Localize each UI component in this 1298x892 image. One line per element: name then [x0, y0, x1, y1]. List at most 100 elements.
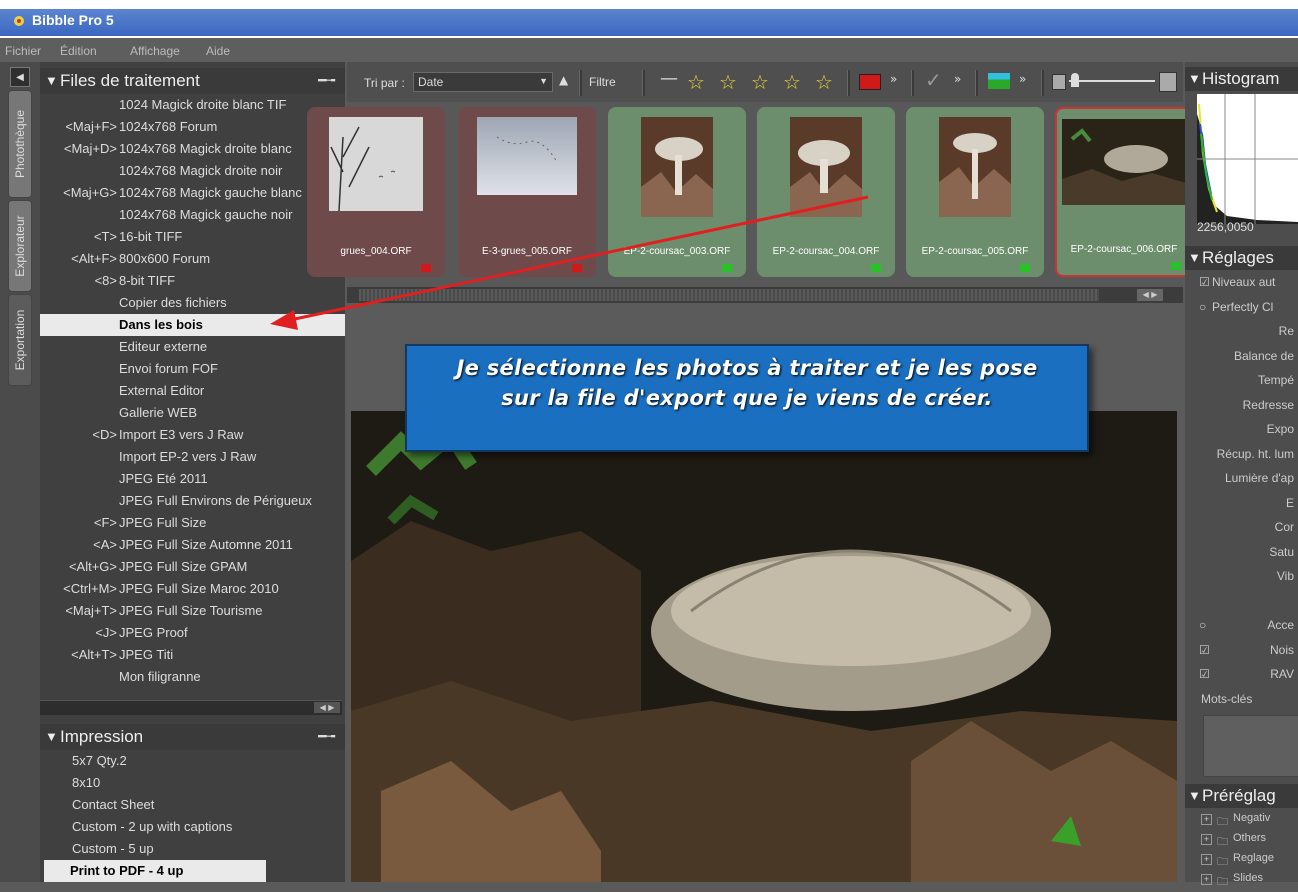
queue-item[interactable]: <Maj+F> 1024x768 Forum: [40, 116, 345, 138]
setting-row[interactable]: Mots-clés: [1185, 689, 1298, 711]
large-thumb-icon[interactable]: [1159, 72, 1177, 92]
setting-row[interactable]: Redresse: [1185, 395, 1298, 417]
setting-checkbox-icon[interactable]: ○: [1199, 300, 1206, 314]
queue-item[interactable]: <A> JPEG Full Size Automne 2011: [40, 534, 345, 556]
small-thumb-icon[interactable]: [1052, 74, 1066, 90]
slider-handle[interactable]: [1071, 73, 1079, 87]
queue-item[interactable]: <Alt+T> JPEG Titi: [40, 644, 345, 666]
queue-item[interactable]: <8> 8-bit TIFF: [40, 270, 345, 292]
pin-icon[interactable]: ━╼: [318, 728, 335, 745]
queue-item[interactable]: <Maj+T> JPEG Full Size Tourisme: [40, 600, 345, 622]
print-template[interactable]: 8x10: [40, 772, 345, 794]
thumbnail[interactable]: EP-2-coursac_003.ORF: [608, 107, 746, 277]
collapse-triangle-icon[interactable]: ▼: [45, 73, 58, 88]
setting-row[interactable]: ☑ Niveaux aut: [1185, 272, 1298, 294]
landscape-view-icon[interactable]: [988, 73, 1010, 89]
print-template[interactable]: Custom - 5 up: [40, 838, 345, 860]
setting-checkbox-icon[interactable]: ○: [1199, 618, 1206, 632]
menu-aide[interactable]: Aide: [206, 44, 230, 58]
collapse-panel-arrow-icon[interactable]: ◀: [10, 67, 30, 87]
collapse-triangle-icon[interactable]: ▼: [1188, 788, 1201, 803]
scroll-thumb[interactable]: [359, 289, 1099, 301]
expand-plus-icon[interactable]: +: [1201, 814, 1212, 825]
queue-item[interactable]: <Maj+G> 1024x768 Magick gauche blanc: [40, 182, 345, 204]
pin-icon[interactable]: ━╼: [318, 72, 335, 89]
setting-checkbox-icon[interactable]: ☑: [1199, 275, 1210, 289]
queue-item[interactable]: <T> 16-bit TIFF: [40, 226, 345, 248]
thumbnail-selected[interactable]: EP-2-coursac_006.ORF: [1055, 107, 1193, 277]
queue-item[interactable]: Copier des fichiers: [40, 292, 345, 314]
print-template[interactable]: 5x7 Qty.2: [40, 750, 345, 772]
menu-edition[interactable]: Édition: [60, 44, 97, 58]
setting-row[interactable]: ☑ Nois: [1185, 640, 1298, 662]
setting-row[interactable]: Récup. ht. lum: [1185, 444, 1298, 466]
filmstrip-scrollbar[interactable]: ◀ ▶: [347, 287, 1183, 303]
histogram-header[interactable]: ▼ Histogram: [1185, 67, 1298, 91]
rating-none-icon[interactable]: —: [660, 68, 678, 89]
expand-plus-icon[interactable]: +: [1201, 874, 1212, 885]
queue-item[interactable]: <Ctrl+M> JPEG Full Size Maroc 2010: [40, 578, 345, 600]
queue-item-selected[interactable]: Dans les bois: [40, 314, 345, 336]
thumb-size-slider[interactable]: [1069, 80, 1155, 82]
tab-phototheque[interactable]: Photothèque: [8, 90, 32, 198]
collapse-triangle-icon[interactable]: ▼: [1188, 250, 1201, 265]
expand-plus-icon[interactable]: +: [1201, 854, 1212, 865]
collapse-triangle-icon[interactable]: ▼: [1188, 71, 1201, 86]
more-arrows-icon[interactable]: »: [954, 72, 961, 86]
print-template[interactable]: Contact Sheet: [40, 794, 345, 816]
setting-row[interactable]: ○ Perfectly Cl: [1185, 297, 1298, 319]
setting-row[interactable]: Re: [1185, 321, 1298, 343]
setting-row[interactable]: ☑ RAV: [1185, 664, 1298, 686]
queue-item[interactable]: <F> JPEG Full Size: [40, 512, 345, 534]
menu-fichier[interactable]: Fichier: [5, 44, 41, 58]
thumbnail[interactable]: grues_004.ORF: [307, 107, 445, 277]
queue-item[interactable]: 1024x768 Magick droite noir: [40, 160, 345, 182]
queue-item[interactable]: <Alt+F> 800x600 Forum: [40, 248, 345, 270]
setting-checkbox-icon[interactable]: ☑: [1199, 667, 1210, 681]
queue-item[interactable]: Mon filigranne: [40, 666, 345, 688]
color-label-red-icon[interactable]: [859, 74, 881, 90]
queue-item[interactable]: <Maj+D> 1024x768 Magick droite blanc: [40, 138, 345, 160]
scroll-arrows-icon[interactable]: ◀ ▶: [314, 702, 340, 713]
keywords-field[interactable]: [1203, 715, 1298, 777]
setting-row[interactable]: Vib: [1185, 566, 1298, 588]
star-icon[interactable]: ☆: [815, 70, 833, 94]
setting-row[interactable]: ○ Acce: [1185, 615, 1298, 637]
queue-item[interactable]: Envoi forum FOF: [40, 358, 345, 380]
queue-item[interactable]: JPEG Eté 2011: [40, 468, 345, 490]
setting-row[interactable]: Expo: [1185, 419, 1298, 441]
star-icon[interactable]: ☆: [751, 70, 769, 94]
star-icon[interactable]: ☆: [687, 70, 705, 94]
queue-item[interactable]: <Alt+G> JPEG Full Size GPAM: [40, 556, 345, 578]
files-horizontal-scrollbar[interactable]: ◀ ▶: [40, 700, 342, 715]
queue-item[interactable]: Import EP-2 vers J Raw: [40, 446, 345, 468]
setting-row[interactable]: Satu: [1185, 542, 1298, 564]
queue-item[interactable]: Editeur externe: [40, 336, 345, 358]
sort-select[interactable]: Date ▼: [413, 72, 553, 92]
collapse-triangle-icon[interactable]: ▼: [45, 729, 58, 744]
setting-row[interactable]: Balance de: [1185, 346, 1298, 368]
checkmark-icon[interactable]: ✓: [925, 68, 942, 92]
scroll-arrows-icon[interactable]: ◀ ▶: [1137, 289, 1163, 301]
more-arrows-icon[interactable]: »: [1019, 72, 1026, 86]
menu-affichage[interactable]: Affichage: [130, 44, 180, 58]
queue-item[interactable]: <J> JPEG Proof: [40, 622, 345, 644]
setting-row[interactable]: Tempé: [1185, 370, 1298, 392]
files-panel-header[interactable]: ▼ Files de traitement ━╼: [40, 68, 345, 94]
setting-row[interactable]: E: [1185, 493, 1298, 515]
queue-item[interactable]: JPEG Full Environs de Périgueux: [40, 490, 345, 512]
print-template[interactable]: Custom - 2 up with captions: [40, 816, 345, 838]
thumbnail[interactable]: EP-2-coursac_005.ORF: [906, 107, 1044, 277]
more-arrows-icon[interactable]: »: [890, 72, 897, 86]
setting-row[interactable]: Lumière d'ap: [1185, 468, 1298, 490]
print-panel-header[interactable]: ▼ Impression ━╼: [40, 724, 345, 750]
star-icon[interactable]: ☆: [783, 70, 801, 94]
tab-exportation[interactable]: Exportation: [8, 294, 32, 386]
queue-item[interactable]: External Editor: [40, 380, 345, 402]
setting-row[interactable]: [1185, 591, 1298, 613]
tab-explorateur[interactable]: Explorateur: [8, 200, 32, 292]
settings-header[interactable]: ▼ Réglages: [1185, 246, 1298, 270]
queue-item[interactable]: 1024x768 Magick gauche noir: [40, 204, 345, 226]
thumbnail[interactable]: E-3-grues_005.ORF: [458, 107, 596, 277]
setting-row[interactable]: Cor: [1185, 517, 1298, 539]
